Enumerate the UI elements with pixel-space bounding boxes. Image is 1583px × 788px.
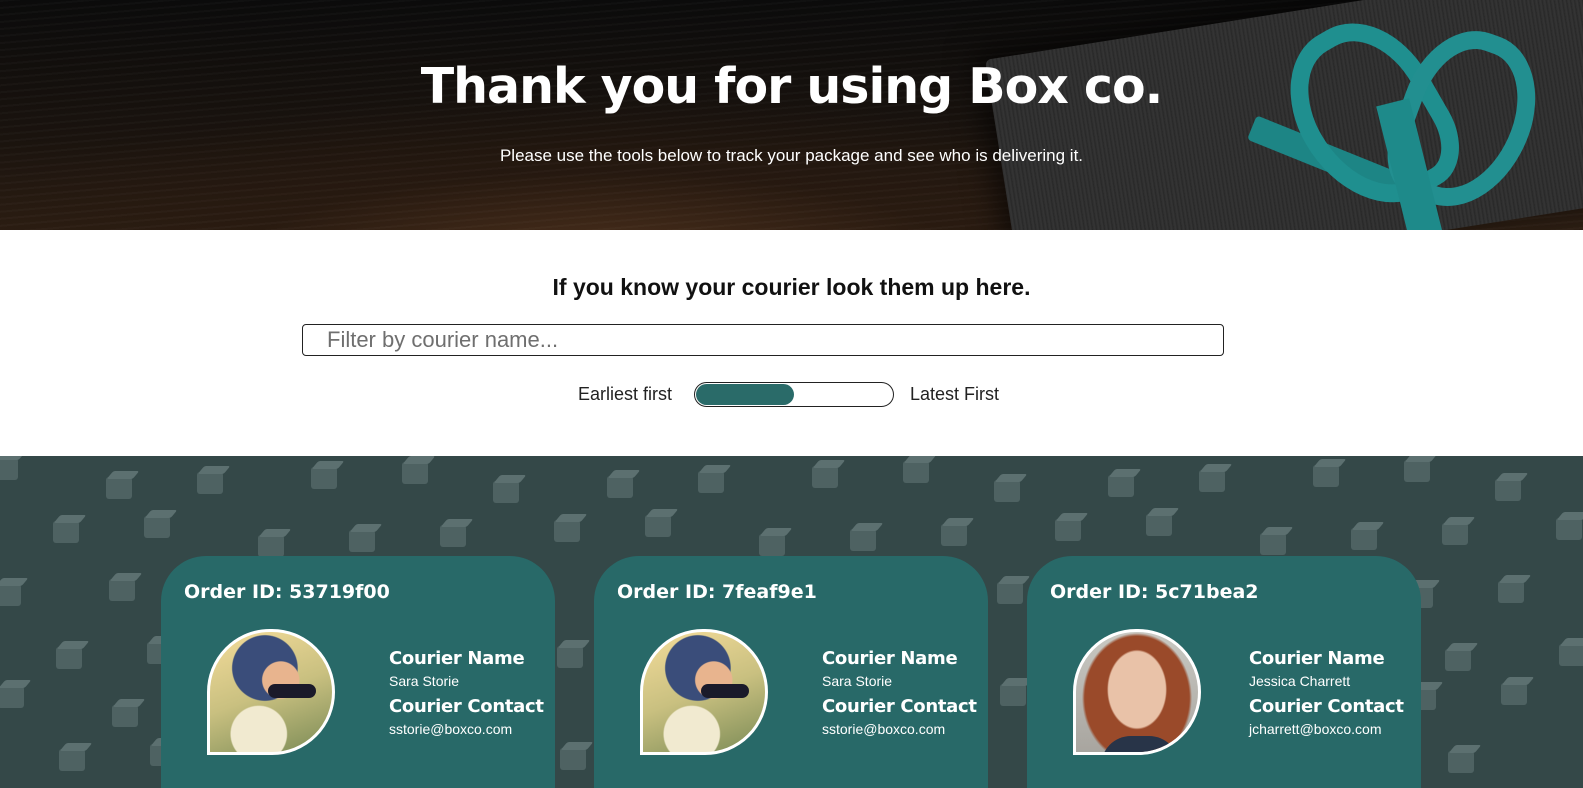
courier-contact-label: Courier Contact [1249, 696, 1404, 717]
courier-name: Sara Storie [822, 673, 893, 689]
box-pattern-icon [1000, 684, 1026, 706]
box-pattern-icon [112, 705, 138, 727]
box-pattern-icon [1495, 479, 1521, 501]
courier-filter-section: If you know your courier look them up he… [0, 230, 1583, 456]
box-pattern-icon [607, 476, 633, 498]
box-pattern-icon [1260, 533, 1286, 555]
sort-toggle-fill [696, 384, 794, 405]
box-pattern-icon [759, 534, 785, 556]
courier-name: Jessica Charrett [1249, 673, 1351, 689]
sort-latest-label: Latest First [910, 384, 1000, 404]
box-pattern-icon [1559, 644, 1583, 666]
box-pattern-icon [0, 686, 24, 708]
sort-earliest-label: Earliest first [578, 384, 673, 404]
courier-contact-label: Courier Contact [389, 696, 544, 717]
box-pattern-icon [258, 535, 284, 557]
box-pattern-icon [554, 520, 580, 542]
box-pattern-icon [1448, 751, 1474, 773]
order-card[interactable]: Order ID: 5c71bea2 Courier Name Jessica … [1027, 556, 1421, 788]
box-pattern-icon [1108, 475, 1134, 497]
box-pattern-icon [106, 477, 132, 499]
order-card[interactable]: Order ID: 53719f00 Courier Name Sara Sto… [161, 556, 555, 788]
box-pattern-icon [941, 524, 967, 546]
box-pattern-icon [0, 458, 18, 480]
courier-search-input[interactable] [302, 324, 1224, 356]
hero-banner: Thank you for using Box co. Please use t… [0, 0, 1583, 230]
courier-contact-email[interactable]: sstorie@boxco.com [822, 721, 945, 737]
page-title: Thank you for using Box co. [420, 58, 1164, 115]
order-id: Order ID: 7feaf9e1 [617, 581, 817, 603]
sort-order-toggle[interactable] [694, 382, 894, 407]
box-pattern-icon [1351, 528, 1377, 550]
box-pattern-icon [197, 472, 223, 494]
page-subtitle: Please use the tools below to track your… [499, 146, 1084, 165]
courier-avatar [207, 629, 335, 755]
shirt [1101, 736, 1179, 752]
box-pattern-icon [59, 749, 85, 771]
box-pattern-icon [349, 530, 375, 552]
box-pattern-icon [850, 529, 876, 551]
box-pattern-icon [1404, 460, 1430, 482]
box-pattern-icon [1556, 518, 1582, 540]
box-pattern-icon [109, 579, 135, 601]
box-pattern-icon [1199, 470, 1225, 492]
box-pattern-icon [144, 516, 170, 538]
box-pattern-icon [997, 582, 1023, 604]
box-pattern-icon [1146, 514, 1172, 536]
box-pattern-icon [1498, 581, 1524, 603]
sunglasses [701, 684, 749, 698]
box-pattern-icon [1445, 649, 1471, 671]
box-pattern-icon [1442, 523, 1468, 545]
box-pattern-icon [1313, 465, 1339, 487]
box-pattern-icon [903, 461, 929, 483]
courier-name-label: Courier Name [389, 648, 525, 669]
courier-avatar [640, 629, 768, 755]
box-pattern-icon [402, 462, 428, 484]
courier-name: Sara Storie [389, 673, 460, 689]
orders-section: Order ID: 53719f00 Courier Name Sara Sto… [0, 456, 1583, 788]
box-pattern-icon [493, 481, 519, 503]
order-id: Order ID: 5c71bea2 [1050, 581, 1259, 603]
courier-contact-email[interactable]: jcharrett@boxco.com [1249, 721, 1381, 737]
box-pattern-icon [56, 647, 82, 669]
box-pattern-icon [53, 521, 79, 543]
box-pattern-icon [645, 515, 671, 537]
box-pattern-icon [994, 480, 1020, 502]
box-pattern-icon [698, 471, 724, 493]
courier-contact-label: Courier Contact [822, 696, 977, 717]
box-pattern-icon [560, 748, 586, 770]
sunglasses [268, 684, 316, 698]
order-card[interactable]: Order ID: 7feaf9e1 Courier Name Sara Sto… [594, 556, 988, 788]
box-pattern-icon [557, 646, 583, 668]
box-pattern-icon [0, 584, 21, 606]
box-pattern-icon [1501, 683, 1527, 705]
order-id: Order ID: 53719f00 [184, 581, 390, 603]
sort-order-row: Earliest first Latest First [0, 382, 1583, 408]
courier-contact-email[interactable]: sstorie@boxco.com [389, 721, 512, 737]
box-pattern-icon [812, 466, 838, 488]
box-pattern-icon [1055, 519, 1081, 541]
box-pattern-icon [440, 525, 466, 547]
filter-heading: If you know your courier look them up he… [552, 274, 1031, 300]
courier-name-label: Courier Name [822, 648, 958, 669]
courier-avatar [1073, 629, 1201, 755]
courier-name-label: Courier Name [1249, 648, 1385, 669]
box-pattern-icon [311, 467, 337, 489]
